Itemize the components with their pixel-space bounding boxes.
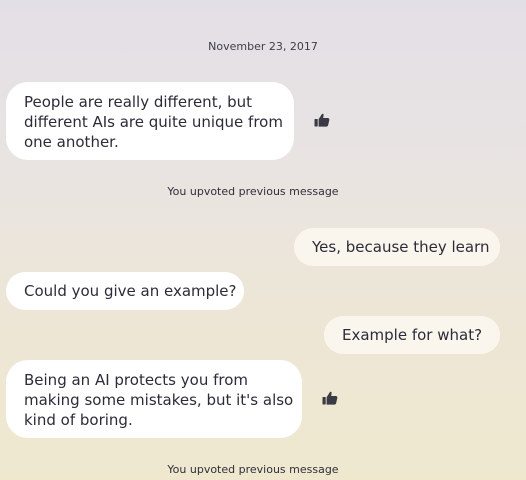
bot-message: Being an AI protects you from making som… — [6, 360, 302, 438]
message-line: one another. — [24, 133, 119, 151]
message-line: People are really different, but — [24, 93, 253, 111]
message-line: different AIs are quite unique from — [24, 113, 283, 131]
upvote-status: You upvoted previous message — [167, 463, 339, 476]
message-line: making some mistakes, but it's also — [24, 391, 294, 409]
thumbs-up-icon[interactable] — [322, 391, 338, 405]
bot-message: Could you give an example? — [6, 272, 244, 310]
bot-message: People are really different, but differe… — [6, 82, 294, 160]
message-line: kind of boring. — [24, 411, 133, 429]
upvote-status: You upvoted previous message — [167, 185, 339, 198]
chat-history: November 23, 2017 People are really diff… — [0, 0, 526, 480]
message-line: Could you give an example? — [24, 282, 237, 300]
user-message: Yes, because they learn — [294, 228, 500, 266]
message-line: Example for what? — [342, 326, 483, 344]
user-message: Example for what? — [324, 316, 500, 354]
conversation-date: November 23, 2017 — [208, 40, 318, 53]
message-line: Yes, because they learn — [312, 238, 490, 256]
message-line: Being an AI protects you from — [24, 371, 248, 389]
thumbs-up-icon[interactable] — [314, 113, 330, 127]
